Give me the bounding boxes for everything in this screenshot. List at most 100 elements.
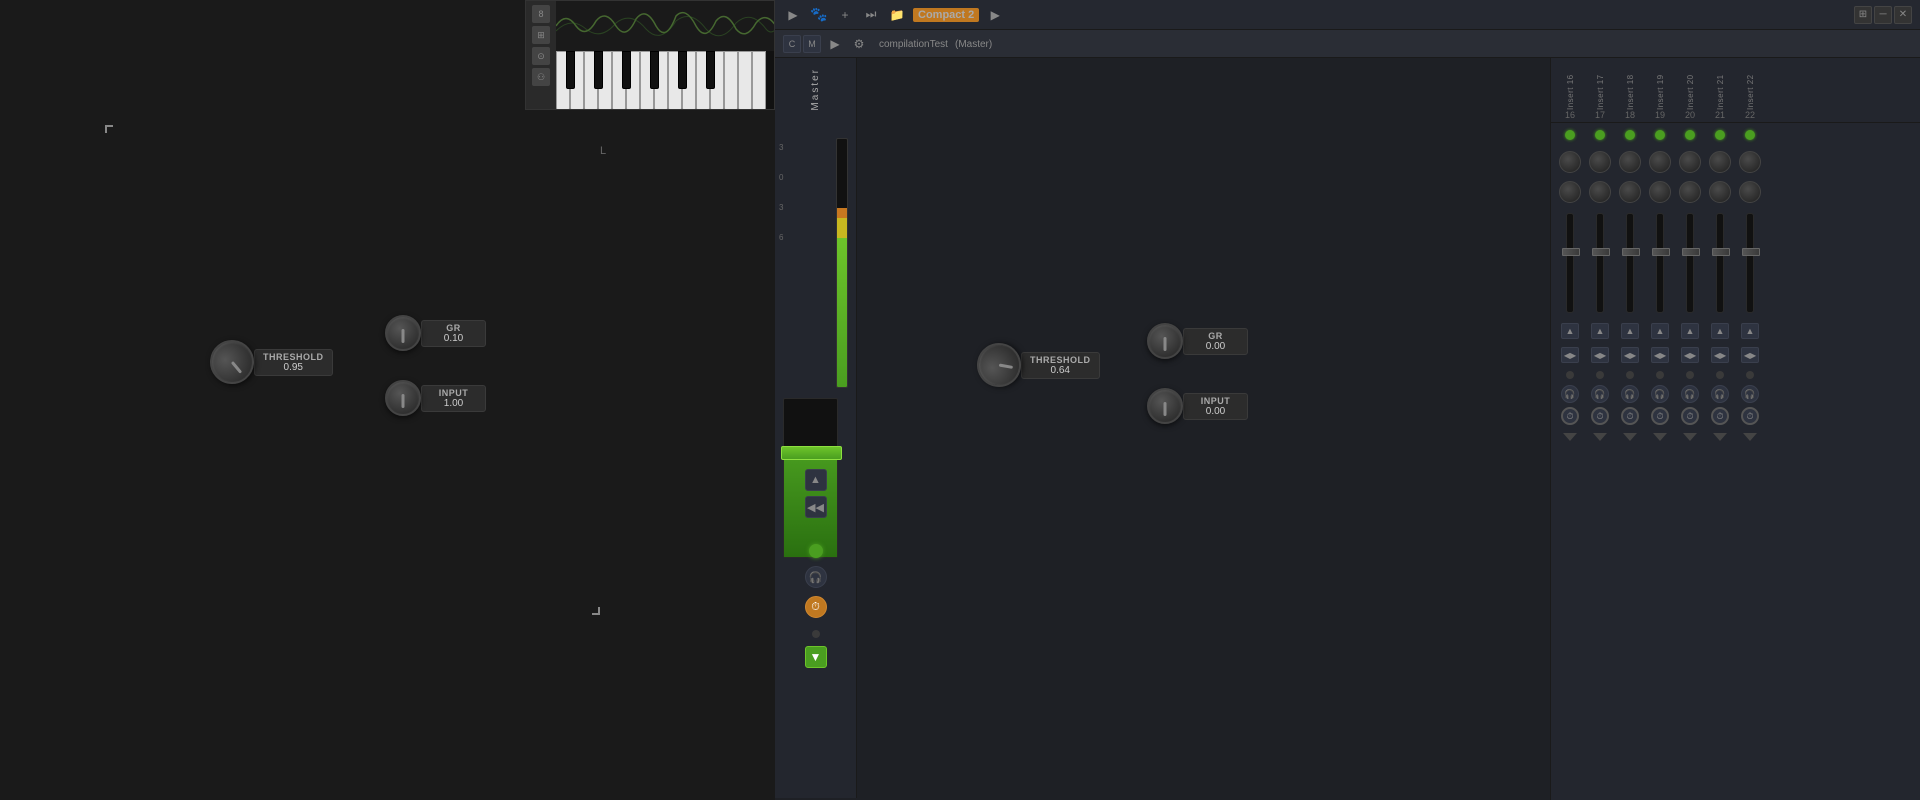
insert-knob-20[interactable] [1679, 151, 1701, 173]
channel-arrow[interactable]: ▶ [825, 34, 845, 54]
insert-col-18: Insert 18 18 [1615, 58, 1645, 122]
insert-knob2-19[interactable] [1649, 181, 1671, 203]
hp-18[interactable]: 🎧 [1621, 385, 1639, 403]
scroll-double-22[interactable]: ◀▶ [1741, 347, 1759, 363]
green-arrow-btn[interactable]: ▼ [805, 646, 827, 668]
insert-col-21-label: Insert 21 [1716, 60, 1725, 110]
insert-knob-22[interactable] [1739, 151, 1761, 173]
grid-btn[interactable]: ⊞ [1854, 6, 1872, 24]
insert-knob-21[interactable] [1709, 151, 1731, 173]
insert-fader-18[interactable] [1626, 213, 1634, 313]
insert-knob-18[interactable] [1619, 151, 1641, 173]
hp-22[interactable]: 🎧 [1741, 385, 1759, 403]
insert-knob-17[interactable] [1589, 151, 1611, 173]
clock-19[interactable]: ⏱ [1651, 407, 1669, 425]
skip-button[interactable]: ⏭ [861, 5, 881, 25]
corner-marker-tl [105, 125, 113, 133]
dot-16 [1566, 371, 1574, 379]
clock-20[interactable]: ⏱ [1681, 407, 1699, 425]
close-btn[interactable]: ✕ [1894, 6, 1912, 24]
insert-fader-19[interactable] [1656, 213, 1664, 313]
insert-knob2-17[interactable] [1589, 181, 1611, 203]
piano-key-black[interactable] [650, 51, 659, 89]
scroll-double-21[interactable]: ◀▶ [1711, 347, 1729, 363]
insert-col-20-num: 20 [1685, 110, 1695, 122]
scroll-double-17[interactable]: ◀▶ [1591, 347, 1609, 363]
hp-16[interactable]: 🎧 [1561, 385, 1579, 403]
hp-17[interactable]: 🎧 [1591, 385, 1609, 403]
piano-key-white[interactable] [752, 51, 766, 110]
clock-21[interactable]: ⏱ [1711, 407, 1729, 425]
tri-21 [1713, 433, 1727, 441]
clock-17[interactable]: ⏱ [1591, 407, 1609, 425]
hp-21[interactable]: 🎧 [1711, 385, 1729, 403]
insert-knob2-20[interactable] [1679, 181, 1701, 203]
piano-key-black[interactable] [678, 51, 687, 89]
scroll-double-19[interactable]: ◀▶ [1651, 347, 1669, 363]
piano-key-white[interactable] [724, 51, 738, 110]
insert-knob2-16[interactable] [1559, 181, 1581, 203]
scroll-up-19[interactable]: ▲ [1651, 323, 1669, 339]
scroll-up-22[interactable]: ▲ [1741, 323, 1759, 339]
clock-btn[interactable]: ⏱ [805, 596, 827, 618]
hp-20[interactable]: 🎧 [1681, 385, 1699, 403]
paw-button[interactable]: 🐾 [809, 5, 829, 25]
clock-row: ⏱ ⏱ ⏱ ⏱ ⏱ ⏱ ⏱ [1551, 405, 1920, 427]
piano-keys[interactable] [556, 51, 775, 110]
piano-key-black[interactable] [622, 51, 631, 89]
gr-knob-right[interactable] [1147, 323, 1183, 359]
clock-16[interactable]: ⏱ [1561, 407, 1579, 425]
input-knob-right[interactable] [1147, 388, 1183, 424]
toolbar-icon-clock[interactable]: ⊙ [532, 47, 550, 65]
insert-fader-21[interactable] [1716, 213, 1724, 313]
threshold-knob-left[interactable] [201, 331, 263, 393]
send-up-btn[interactable]: ▲ [805, 469, 827, 491]
folder-button[interactable]: 📁 [887, 5, 907, 25]
clock-18[interactable]: ⏱ [1621, 407, 1639, 425]
vu-bar-yellow [837, 218, 847, 238]
insert-knob-16[interactable] [1559, 151, 1581, 173]
scroll-double-16[interactable]: ◀▶ [1561, 347, 1579, 363]
hp-19[interactable]: 🎧 [1651, 385, 1669, 403]
gr-value-right: 0.00 [1206, 341, 1225, 352]
compact-arrow[interactable]: ▶ [985, 5, 1005, 25]
insert-fader-22[interactable] [1746, 213, 1754, 313]
plus-button[interactable]: + [835, 5, 855, 25]
scroll-up-20[interactable]: ▲ [1681, 323, 1699, 339]
scroll-up-18[interactable]: ▲ [1621, 323, 1639, 339]
send-left-btn[interactable]: ◀◀ [805, 496, 827, 518]
scroll-up-16[interactable]: ▲ [1561, 323, 1579, 339]
insert-fader-17[interactable] [1596, 213, 1604, 313]
headphone-btn[interactable]: 🎧 [805, 566, 827, 588]
scroll-double-18[interactable]: ◀▶ [1621, 347, 1639, 363]
insert-knob2-22[interactable] [1739, 181, 1761, 203]
toolbar-icon-people[interactable]: ⚇ [532, 68, 550, 86]
vu-bar-green [837, 238, 847, 387]
dot-20 [1686, 371, 1694, 379]
piano-key-black[interactable] [594, 51, 603, 89]
insert-knob2-18[interactable] [1619, 181, 1641, 203]
fader-handle[interactable] [781, 446, 842, 460]
piano-key-black[interactable] [566, 51, 575, 89]
insert-knob2-21[interactable] [1709, 181, 1731, 203]
insert-fader-20[interactable] [1686, 213, 1694, 313]
mixer-left-strip: Master 3 0 3 6 ▲ ◀◀ [775, 58, 857, 798]
m-button[interactable]: M [803, 35, 821, 53]
piano-key-white[interactable] [738, 51, 752, 110]
insert-knob-19[interactable] [1649, 151, 1671, 173]
clock-22[interactable]: ⏱ [1741, 407, 1759, 425]
scroll-up-21[interactable]: ▲ [1711, 323, 1729, 339]
gr-knob-left[interactable] [385, 315, 421, 351]
input-knob-left[interactable] [385, 380, 421, 416]
gear-btn[interactable]: ⚙ [849, 34, 869, 54]
threshold-knob-right[interactable] [974, 340, 1025, 391]
scroll-up-17[interactable]: ▲ [1591, 323, 1609, 339]
c-button[interactable]: C [783, 35, 801, 53]
toolbar-icon-grid[interactable]: ⊞ [532, 26, 550, 44]
insert-fader-16[interactable] [1566, 213, 1574, 313]
play-button[interactable]: ▶ [783, 5, 803, 25]
scroll-double-20[interactable]: ◀▶ [1681, 347, 1699, 363]
piano-key-black[interactable] [706, 51, 715, 89]
threshold-label-text-left: THRESHOLD [263, 352, 324, 362]
minimize-btn[interactable]: ─ [1874, 6, 1892, 24]
